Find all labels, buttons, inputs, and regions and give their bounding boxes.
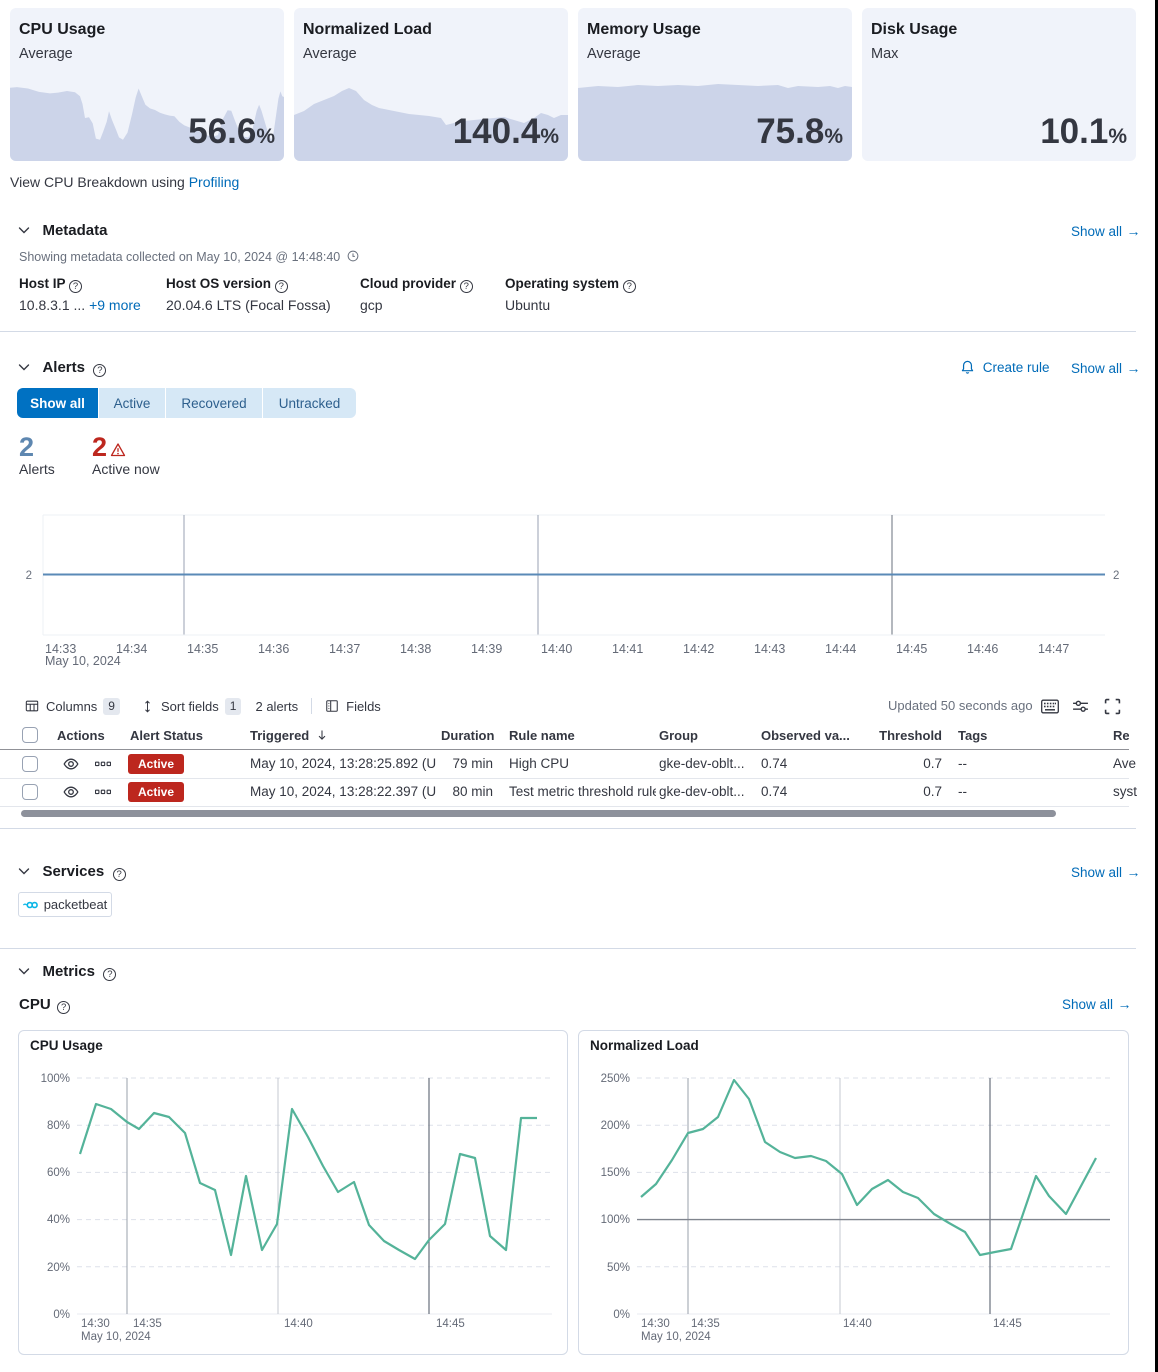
svg-text:14:45: 14:45 xyxy=(896,642,927,656)
svg-text:14:45: 14:45 xyxy=(993,1318,1022,1330)
svg-text:40%: 40% xyxy=(47,1214,70,1226)
svg-text:14:37: 14:37 xyxy=(329,642,360,656)
svg-text:14:40: 14:40 xyxy=(843,1318,872,1330)
svg-text:14:42: 14:42 xyxy=(683,642,714,656)
svg-text:50%: 50% xyxy=(607,1262,630,1274)
svg-text:14:38: 14:38 xyxy=(400,642,431,656)
svg-text:0%: 0% xyxy=(53,1309,70,1321)
svg-text:14:35: 14:35 xyxy=(691,1318,720,1330)
svg-text:14:35: 14:35 xyxy=(133,1318,162,1330)
svg-text:14:43: 14:43 xyxy=(754,642,785,656)
svg-text:14:30: 14:30 xyxy=(641,1318,670,1330)
svg-text:14:39: 14:39 xyxy=(471,642,502,656)
svg-text:14:46: 14:46 xyxy=(967,642,998,656)
svg-text:14:36: 14:36 xyxy=(258,642,289,656)
svg-text:14:45: 14:45 xyxy=(436,1318,465,1330)
svg-text:May 10, 2024: May 10, 2024 xyxy=(81,1331,151,1343)
svg-text:14:47: 14:47 xyxy=(1038,642,1069,656)
svg-text:150%: 150% xyxy=(601,1167,630,1179)
svg-text:60%: 60% xyxy=(47,1167,70,1179)
svg-text:80%: 80% xyxy=(47,1120,70,1132)
svg-text:200%: 200% xyxy=(601,1120,630,1132)
svg-text:14:30: 14:30 xyxy=(81,1318,110,1330)
svg-text:20%: 20% xyxy=(47,1262,70,1274)
svg-text:14:40: 14:40 xyxy=(284,1318,313,1330)
svg-text:14:40: 14:40 xyxy=(541,642,572,656)
svg-text:14:44: 14:44 xyxy=(825,642,856,656)
svg-text:2: 2 xyxy=(26,570,32,582)
svg-text:250%: 250% xyxy=(601,1073,630,1085)
svg-text:100%: 100% xyxy=(601,1214,630,1226)
svg-text:14:35: 14:35 xyxy=(187,642,218,656)
svg-text:100%: 100% xyxy=(41,1073,70,1085)
svg-text:0%: 0% xyxy=(613,1309,630,1321)
svg-text:2: 2 xyxy=(1113,570,1119,582)
svg-text:14:41: 14:41 xyxy=(612,642,643,656)
svg-text:May 10, 2024: May 10, 2024 xyxy=(641,1331,711,1343)
svg-text:May 10, 2024: May 10, 2024 xyxy=(45,654,121,668)
